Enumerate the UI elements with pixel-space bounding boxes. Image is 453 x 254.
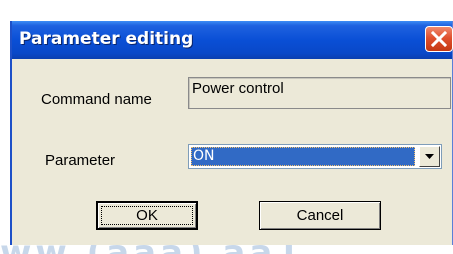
parameter-label: Parameter — [45, 152, 116, 169]
close-icon — [430, 30, 448, 48]
ok-button[interactable]: OK — [96, 201, 198, 230]
parameter-select[interactable]: ON — [188, 144, 442, 169]
chevron-down-icon — [425, 154, 434, 159]
parameter-editing-dialog: Parameter editing Command name Power con… — [10, 21, 453, 245]
dropdown-button[interactable] — [419, 146, 440, 167]
title-bar: Parameter editing — [12, 21, 453, 59]
cancel-button-label: Cancel — [296, 207, 344, 224]
command-name-value: Power control — [192, 80, 284, 97]
parameter-selected-value: ON — [191, 147, 415, 166]
command-name-label: Command name — [41, 91, 152, 108]
close-button[interactable] — [425, 26, 453, 52]
parameter-value-text: ON — [193, 148, 215, 164]
focus-outline — [101, 206, 193, 225]
dialog-title: Parameter editing — [19, 29, 194, 49]
cancel-button[interactable]: Cancel — [259, 201, 381, 230]
command-name-field: Power control — [188, 77, 451, 109]
